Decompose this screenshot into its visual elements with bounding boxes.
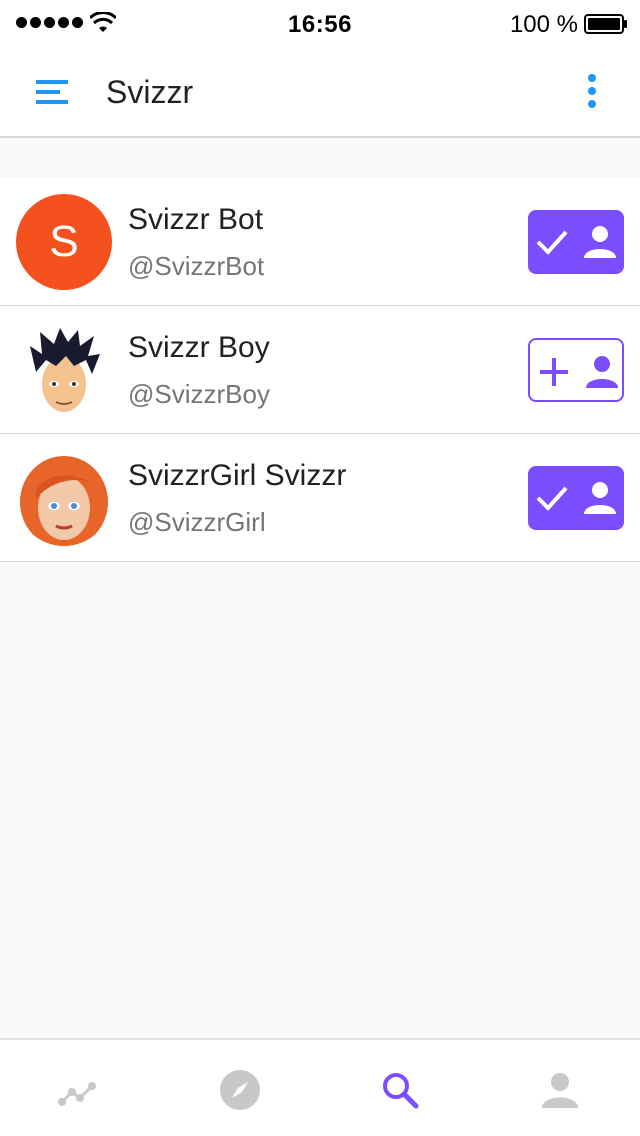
activity-icon: [58, 1082, 96, 1106]
app-bar: Svizzr: [0, 50, 640, 138]
bottom-nav: [0, 1038, 640, 1136]
list-item[interactable]: Svizzr Boy @SvizzrBoy: [0, 306, 640, 434]
profile-icon: [542, 1073, 578, 1108]
person-icon: [584, 482, 616, 514]
avatar: S: [16, 194, 112, 290]
follow-button[interactable]: [528, 338, 624, 402]
tab-activity[interactable]: [0, 1040, 160, 1136]
user-handle: @SvizzrBoy: [128, 379, 270, 409]
user-list: S Svizzr Bot @SvizzrBot Svizzr Boy @Sviz…: [0, 178, 640, 562]
menu-icon[interactable]: [28, 72, 76, 112]
person-icon: [584, 226, 616, 258]
tab-search[interactable]: [320, 1040, 480, 1136]
battery-percentage: 100 %: [509, 11, 578, 38]
cartoon-boy-avatar: [16, 322, 112, 418]
user-handle: @SvizzrBot: [128, 251, 265, 281]
following-button[interactable]: [528, 466, 624, 530]
user-name: Svizzr Boy: [128, 331, 270, 364]
status-bar: 16:56 100 %: [0, 0, 640, 50]
list-item[interactable]: SvizzrGirl Svizzr @SvizzrGirl: [0, 434, 640, 562]
app-title: Svizzr: [106, 74, 194, 110]
following-button[interactable]: [528, 210, 624, 274]
tab-profile[interactable]: [480, 1040, 640, 1136]
check-icon: [536, 486, 568, 511]
user-name: Svizzr Bot: [128, 203, 264, 236]
search-icon: [383, 1073, 419, 1109]
more-vertical-icon[interactable]: [582, 70, 602, 114]
cartoon-girl-avatar: [16, 450, 112, 546]
check-icon: [536, 230, 568, 255]
user-handle: @SvizzrGirl: [128, 507, 266, 537]
list-item[interactable]: S Svizzr Bot @SvizzrBot: [0, 178, 640, 306]
plus-icon: [540, 358, 568, 386]
compass-icon: [220, 1070, 260, 1110]
person-icon: [586, 356, 618, 388]
battery-icon: [584, 14, 627, 34]
tab-explore[interactable]: [160, 1040, 320, 1136]
user-name: SvizzrGirl Svizzr: [128, 459, 347, 492]
